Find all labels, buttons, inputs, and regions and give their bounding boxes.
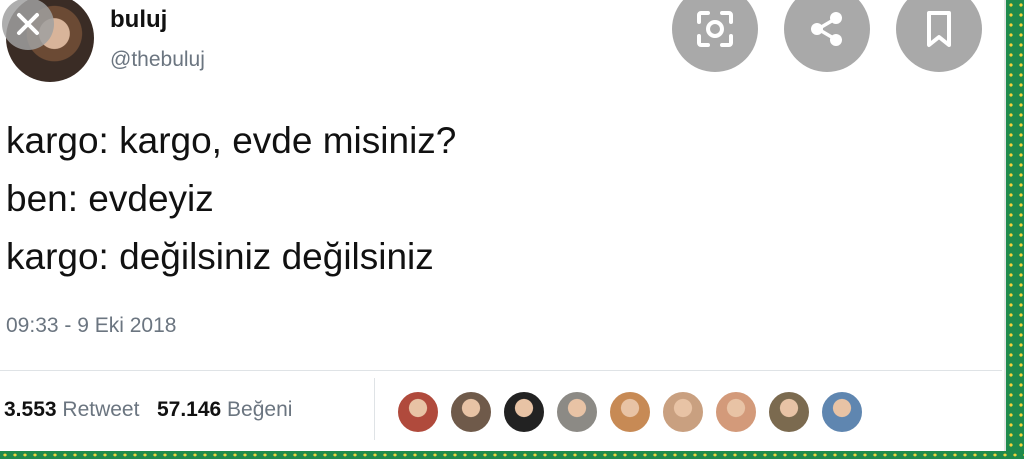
decorative-border-bottom: [0, 451, 1024, 459]
lens-icon: [697, 11, 733, 47]
like-count[interactable]: 57.146: [157, 398, 221, 421]
tweet-text-line-1: kargo: kargo, evde misiniz?: [6, 120, 457, 161]
liker-avatar[interactable]: [502, 390, 546, 434]
decorative-border-right: [1006, 0, 1024, 459]
retweet-label[interactable]: Retweet: [62, 398, 139, 421]
liker-avatar[interactable]: [449, 390, 493, 434]
engagement-stats: 3.553 Retweet 57.146 Beğeni: [4, 398, 292, 422]
retweet-count[interactable]: 3.553: [4, 398, 57, 421]
lens-button[interactable]: [672, 0, 758, 72]
tweet-text-line-3: kargo: değilsiniz değilsiniz: [6, 236, 434, 277]
liker-avatar[interactable]: [396, 390, 440, 434]
share-icon: [811, 12, 842, 46]
tweet-text-line-2: ben: evdeyiz: [6, 178, 214, 219]
share-button[interactable]: [784, 0, 870, 72]
liker-avatar[interactable]: [661, 390, 705, 434]
author-name[interactable]: buluj: [110, 6, 167, 34]
liker-avatar[interactable]: [820, 390, 864, 434]
close-icon: [17, 13, 39, 35]
like-label[interactable]: Beğeni: [227, 398, 292, 421]
stats-separator: [374, 378, 375, 440]
close-button[interactable]: [2, 0, 54, 50]
author-handle[interactable]: @thebuluj: [110, 48, 205, 72]
liker-avatar[interactable]: [714, 390, 758, 434]
liker-avatar[interactable]: [767, 390, 811, 434]
bookmark-icon: [927, 11, 951, 47]
liker-avatar[interactable]: [555, 390, 599, 434]
divider: [0, 370, 1002, 371]
liker-avatar[interactable]: [608, 390, 652, 434]
bookmark-button[interactable]: [896, 0, 982, 72]
tweet-timestamp[interactable]: 09:33 - 9 Eki 2018: [6, 314, 176, 338]
